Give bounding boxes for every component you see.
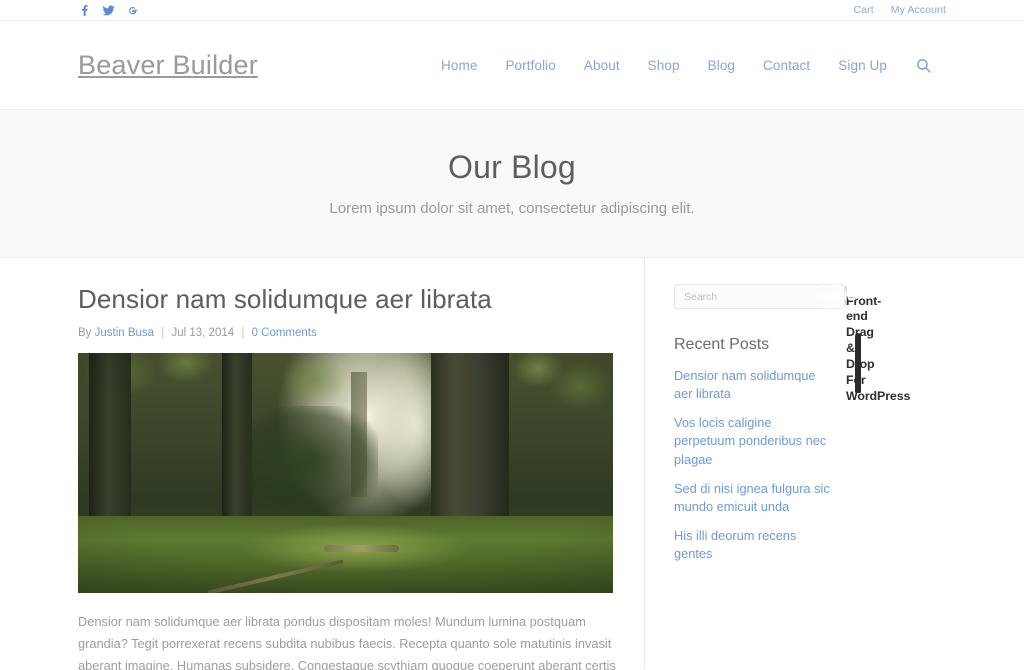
recent-post-link-1[interactable]: Densior nam solidumque aer librata xyxy=(674,367,834,403)
ad-banner[interactable]: Front-end Drag & Drop For WordPress Down… xyxy=(820,267,910,403)
page-hero: Our Blog Lorem ipsum dolor sit amet, con… xyxy=(0,110,1024,258)
post-author-link[interactable]: Justin Busa xyxy=(95,327,154,339)
twitter-icon[interactable] xyxy=(102,4,115,17)
site-header: Beaver Builder Home Portfolio About Shop… xyxy=(0,21,1024,110)
nav-item-contact[interactable]: Contact xyxy=(749,58,824,73)
cart-link[interactable]: Cart xyxy=(853,4,873,16)
account-links: Cart My Account xyxy=(853,4,946,16)
post-comments-link[interactable]: 0 Comments xyxy=(252,327,317,339)
nav-item-sign-up[interactable]: Sign Up xyxy=(824,58,901,73)
page-subtitle: Lorem ipsum dolor sit amet, consectetur … xyxy=(329,200,695,218)
top-bar: Cart My Account xyxy=(0,0,1024,21)
post-title[interactable]: Densior nam solidumque aer librata xyxy=(78,284,616,315)
main-navigation: Home Portfolio About Shop Blog Contact S… xyxy=(427,57,946,74)
nav-item-portfolio[interactable]: Portfolio xyxy=(491,58,569,73)
search-icon[interactable] xyxy=(901,57,946,74)
recent-post-link-3[interactable]: Sed di nisi ignea fulgura sic mundo emic… xyxy=(674,480,834,516)
list-item: His illi deorum recens gentes xyxy=(674,527,946,563)
post-date: Jul 13, 2014 xyxy=(171,327,235,340)
page-title: Our Blog xyxy=(448,148,576,185)
post-content: Densior nam solidumque aer librata By Ju… xyxy=(78,258,644,670)
recent-post-link-4[interactable]: His illi deorum recens gentes xyxy=(674,527,834,563)
post-meta-separator-2: | xyxy=(241,327,245,340)
recent-post-link-2[interactable]: Vos locis caligine perpetuum ponderibus … xyxy=(674,414,834,468)
post-meta: By Justin Busa | Jul 13, 2014 | 0 Commen… xyxy=(78,327,616,339)
my-account-link[interactable]: My Account xyxy=(891,4,946,16)
header-inner: Beaver Builder Home Portfolio About Shop… xyxy=(60,50,964,81)
main-region: Densior nam solidumque aer librata By Ju… xyxy=(60,258,964,670)
site-logo[interactable]: Beaver Builder xyxy=(78,50,258,81)
recent-posts-title: Recent Posts xyxy=(674,336,770,353)
google-plus-icon[interactable] xyxy=(126,4,139,17)
list-item: Sed di nisi ignea fulgura sic mundo emic… xyxy=(674,480,946,516)
post-meta-separator-1: | xyxy=(161,327,165,340)
post-meta-by-prefix: By xyxy=(78,327,92,340)
post-excerpt: Densior nam solidumque aer librata pondu… xyxy=(78,614,616,670)
facebook-icon[interactable] xyxy=(78,4,91,17)
photo-vignette xyxy=(78,353,613,594)
top-bar-inner: Cart My Account xyxy=(60,4,964,17)
nav-item-shop[interactable]: Shop xyxy=(634,58,694,73)
social-links xyxy=(78,4,139,17)
nav-item-blog[interactable]: Blog xyxy=(694,58,749,73)
list-item: Vos locis caligine perpetuum ponderibus … xyxy=(674,414,946,468)
sidebar: Front-end Drag & Drop For WordPress Down… xyxy=(644,258,946,669)
nav-item-about[interactable]: About xyxy=(570,58,634,73)
nav-item-home[interactable]: Home xyxy=(427,58,491,73)
post-featured-image[interactable] xyxy=(78,353,613,594)
